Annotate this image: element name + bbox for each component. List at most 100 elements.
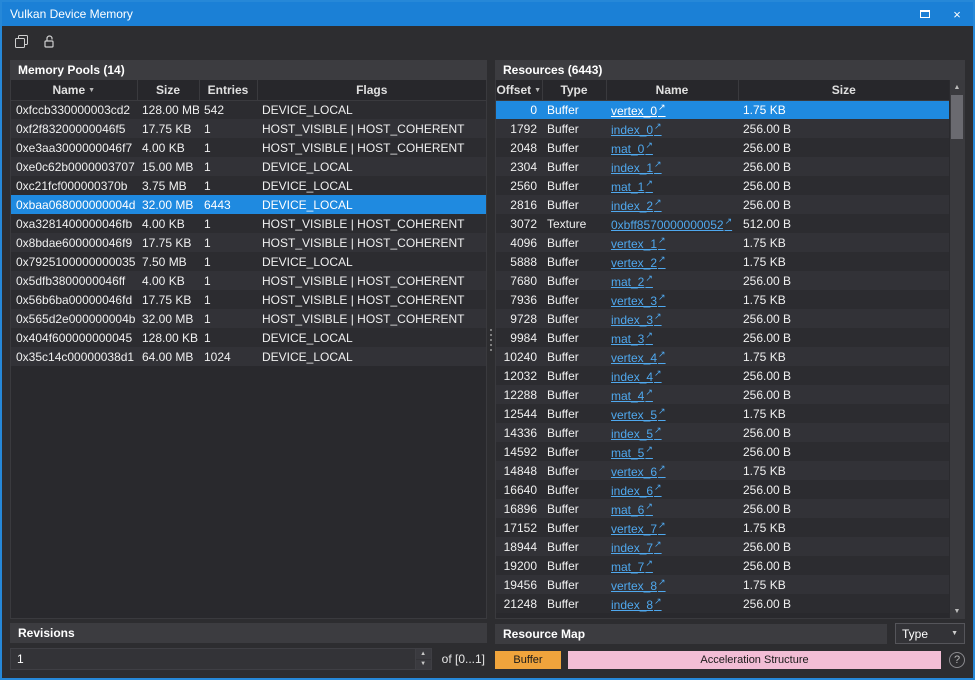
resource-link[interactable]: index_4↗ — [611, 370, 662, 384]
resource-row[interactable]: 16640Bufferindex_6↗256.00 B — [496, 480, 949, 499]
resource-row[interactable]: 14592Buffermat_5↗256.00 B — [496, 442, 949, 461]
scrollbar-thumb[interactable] — [951, 95, 963, 139]
resource-link[interactable]: index_5↗ — [611, 427, 662, 441]
resource-link[interactable]: index_2↗ — [611, 199, 662, 213]
resource-link[interactable]: index_7↗ — [611, 541, 662, 555]
resource-row[interactable]: 2048Buffermat_0↗256.00 B — [496, 138, 949, 157]
resource-link[interactable]: index_1↗ — [611, 161, 662, 175]
resource-link[interactable]: mat_6↗ — [611, 503, 653, 517]
resource-row[interactable]: 14848Buffervertex_6↗1.75 KB — [496, 461, 949, 480]
resources-scrollbar[interactable]: ▲ ▼ — [949, 80, 964, 618]
spin-up-icon[interactable]: ▲ — [416, 649, 431, 659]
resource-row[interactable]: 12032Bufferindex_4↗256.00 B — [496, 366, 949, 385]
resource-link[interactable]: index_8↗ — [611, 598, 662, 612]
column-header-name[interactable]: Name — [606, 80, 738, 100]
memory-pool-row[interactable]: 0xa3281400000046fb4.00 KB1HOST_VISIBLE |… — [11, 214, 486, 233]
spin-down-icon[interactable]: ▼ — [416, 659, 431, 670]
resource-row[interactable]: 0Buffervertex_0↗1.75 KB — [496, 100, 949, 119]
resource-map-segment[interactable]: Acceleration Structure — [568, 651, 941, 669]
revision-input[interactable] — [11, 649, 415, 669]
map-type-dropdown[interactable]: Type ▼ — [895, 623, 965, 644]
resource-row[interactable]: 3072Texture0xbff8570000000052↗512.00 B — [496, 214, 949, 233]
memory-pool-row[interactable]: 0x565d2e000000004b32.00 MB1HOST_VISIBLE … — [11, 309, 486, 328]
resource-link[interactable]: index_0↗ — [611, 123, 662, 137]
memory-pool-row[interactable]: 0xbaa068000000004d32.00 MB6443DEVICE_LOC… — [11, 195, 486, 214]
memory-pool-row[interactable]: 0x5dfb3800000046ff4.00 KB1HOST_VISIBLE |… — [11, 271, 486, 290]
column-header-pool-entries[interactable]: Entries — [199, 80, 257, 100]
panel-splitter[interactable] — [487, 60, 495, 619]
unlock-button[interactable] — [38, 30, 60, 52]
resource-offset-cell: 9728 — [496, 309, 542, 328]
resource-row[interactable]: 5888Buffervertex_2↗1.75 KB — [496, 252, 949, 271]
memory-pool-row[interactable]: 0x8bdae600000046f917.75 KB1HOST_VISIBLE … — [11, 233, 486, 252]
resource-link[interactable]: mat_0↗ — [611, 142, 653, 156]
resource-link[interactable]: vertex_0↗ — [611, 104, 666, 118]
scrollbar-track[interactable] — [950, 94, 964, 604]
column-header-size[interactable]: Size — [738, 80, 949, 100]
resource-link[interactable]: index_3↗ — [611, 313, 662, 327]
memory-pool-row[interactable]: 0x79251000000000357.50 MB1DEVICE_LOCAL — [11, 252, 486, 271]
memory-pool-row[interactable]: 0xf2f83200000046f517.75 KB1HOST_VISIBLE … — [11, 119, 486, 138]
resource-row[interactable]: 19456Buffervertex_8↗1.75 KB — [496, 575, 949, 594]
resource-type-cell: Buffer — [542, 537, 606, 556]
float-window-button[interactable] — [917, 6, 933, 22]
resource-row[interactable]: 4096Buffervertex_1↗1.75 KB — [496, 233, 949, 252]
resource-link[interactable]: 0xbff8570000000052↗ — [611, 218, 732, 232]
clone-window-button[interactable] — [10, 30, 32, 52]
resource-link[interactable]: vertex_4↗ — [611, 351, 666, 365]
column-header-type[interactable]: Type — [542, 80, 606, 100]
resource-link[interactable]: vertex_1↗ — [611, 237, 666, 251]
resource-row[interactable]: 2304Bufferindex_1↗256.00 B — [496, 157, 949, 176]
memory-pool-row[interactable]: 0xfccb330000003cd2128.00 MB542DEVICE_LOC… — [11, 100, 486, 119]
column-header-pool-flags[interactable]: Flags — [257, 80, 486, 100]
resource-row[interactable]: 16896Buffermat_6↗256.00 B — [496, 499, 949, 518]
resource-row[interactable]: 7936Buffervertex_3↗1.75 KB — [496, 290, 949, 309]
resource-row[interactable]: 14336Bufferindex_5↗256.00 B — [496, 423, 949, 442]
resource-row[interactable]: 2560Buffermat_1↗256.00 B — [496, 176, 949, 195]
memory-pool-row[interactable]: 0xe3aa3000000046f74.00 KB1HOST_VISIBLE |… — [11, 138, 486, 157]
resource-name-cell: vertex_6↗ — [606, 461, 738, 480]
resource-link[interactable]: vertex_2↗ — [611, 256, 666, 270]
resource-row[interactable]: 7680Buffermat_2↗256.00 B — [496, 271, 949, 290]
resource-link[interactable]: mat_4↗ — [611, 389, 653, 403]
resource-row[interactable]: 2816Bufferindex_2↗256.00 B — [496, 195, 949, 214]
resource-link[interactable]: mat_2↗ — [611, 275, 653, 289]
resource-row[interactable]: 17152Buffervertex_7↗1.75 KB — [496, 518, 949, 537]
memory-pool-row[interactable]: 0x56b6ba00000046fd17.75 KB1HOST_VISIBLE … — [11, 290, 486, 309]
memory-pool-row[interactable]: 0xe0c62b000000370715.00 MB1DEVICE_LOCAL — [11, 157, 486, 176]
scroll-down-icon[interactable]: ▼ — [950, 604, 964, 618]
resource-link[interactable]: vertex_8↗ — [611, 579, 666, 593]
resource-link[interactable]: vertex_5↗ — [611, 408, 666, 422]
resource-type-cell: Buffer — [542, 195, 606, 214]
column-header-offset[interactable]: Offset▼ — [496, 80, 542, 100]
resource-row[interactable]: 21248Bufferindex_8↗256.00 B — [496, 594, 949, 613]
resource-row[interactable]: 19200Buffermat_7↗256.00 B — [496, 556, 949, 575]
resource-row[interactable]: 18944Bufferindex_7↗256.00 B — [496, 537, 949, 556]
resource-row[interactable]: 9984Buffermat_3↗256.00 B — [496, 328, 949, 347]
memory-pool-row[interactable]: 0x404f600000000045128.00 KB1DEVICE_LOCAL — [11, 328, 486, 347]
resource-link[interactable]: vertex_7↗ — [611, 522, 666, 536]
resource-row[interactable]: 10240Buffervertex_4↗1.75 KB — [496, 347, 949, 366]
pool-name-cell: 0x35c14c00000038d1 — [11, 347, 137, 366]
resource-link[interactable]: index_6↗ — [611, 484, 662, 498]
revision-spinbox[interactable]: ▲ ▼ — [10, 648, 432, 670]
resource-link[interactable]: vertex_3↗ — [611, 294, 666, 308]
memory-pool-row[interactable]: 0x35c14c00000038d164.00 MB1024DEVICE_LOC… — [11, 347, 486, 366]
column-header-pool-name[interactable]: Name▼ — [11, 80, 137, 100]
resource-row[interactable]: 9728Bufferindex_3↗256.00 B — [496, 309, 949, 328]
resource-link[interactable]: mat_5↗ — [611, 446, 653, 460]
resource-row[interactable]: 12544Buffervertex_5↗1.75 KB — [496, 404, 949, 423]
titlebar[interactable]: Vulkan Device Memory × — [2, 2, 973, 26]
resource-row[interactable]: 1792Bufferindex_0↗256.00 B — [496, 119, 949, 138]
memory-pool-row[interactable]: 0xc21fcf000000370b3.75 MB1DEVICE_LOCAL — [11, 176, 486, 195]
resource-row[interactable]: 12288Buffermat_4↗256.00 B — [496, 385, 949, 404]
resource-map-segment[interactable]: Buffer — [495, 651, 561, 669]
resource-link[interactable]: mat_7↗ — [611, 560, 653, 574]
help-button[interactable]: ? — [949, 652, 965, 668]
resource-link[interactable]: vertex_6↗ — [611, 465, 666, 479]
close-button[interactable]: × — [949, 6, 965, 22]
resource-link[interactable]: mat_3↗ — [611, 332, 653, 346]
column-header-pool-size[interactable]: Size — [137, 80, 199, 100]
resource-link[interactable]: mat_1↗ — [611, 180, 653, 194]
scroll-up-icon[interactable]: ▲ — [950, 80, 964, 94]
